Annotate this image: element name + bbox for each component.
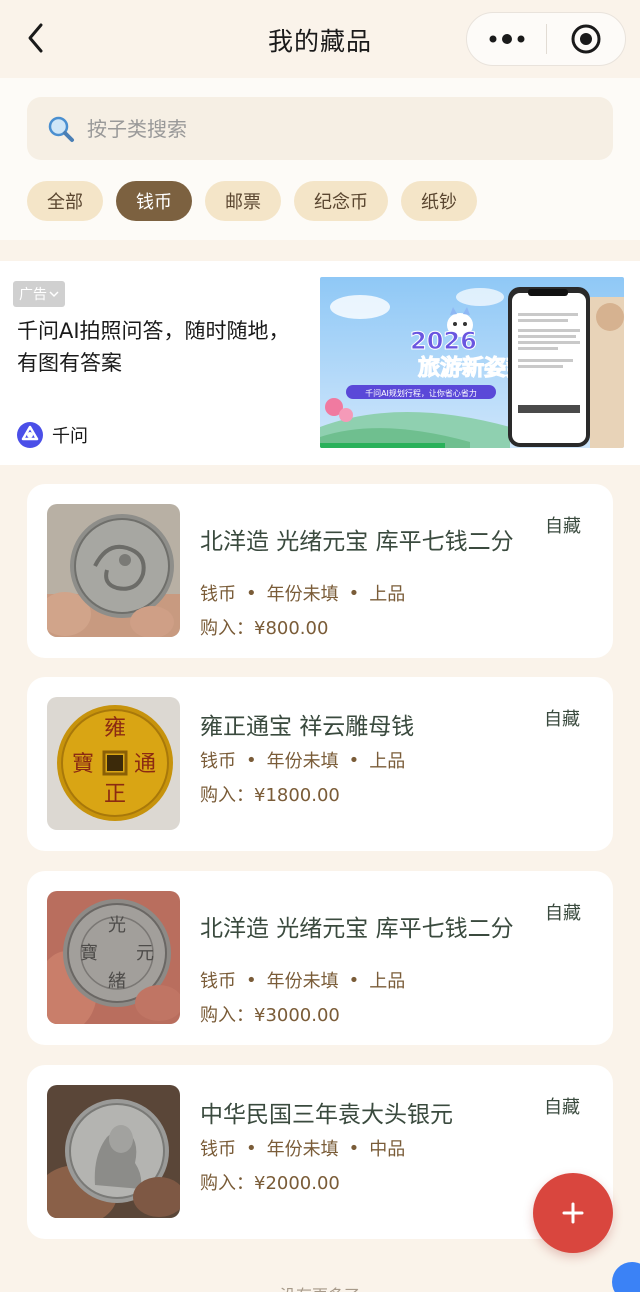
plus-icon: [562, 1202, 584, 1224]
item-meta: 钱币 • 年份未填 • 上品: [200, 747, 405, 773]
filter-chip-all[interactable]: 全部: [27, 181, 103, 221]
chevron-down-icon: [49, 291, 59, 298]
collection-card[interactable]: 中华民国三年袁大头银元 钱币 • 年份未填 • 中品 购入：¥2000.00 自…: [27, 1065, 613, 1239]
navigation-bar: 我的藏品: [0, 0, 640, 78]
item-year: 年份未填: [266, 971, 339, 992]
ad-badge-label: 广告: [19, 287, 47, 303]
coin-glyph-bottom: 緒: [108, 971, 126, 992]
item-grade: 上品: [369, 971, 406, 992]
coin-glyph-left: 寶: [72, 752, 94, 777]
item-price: 购入：¥1800.00: [200, 785, 340, 806]
item-tag: 自藏: [544, 1097, 580, 1118]
item-meta: 钱币 • 年份未填 • 上品: [200, 580, 405, 606]
item-meta: 钱币 • 年份未填 • 中品: [200, 1135, 405, 1161]
target-icon: [571, 24, 601, 54]
item-meta: 钱币 • 年份未填 • 上品: [200, 967, 405, 993]
coin-glyph-right: 通: [134, 752, 156, 777]
more-dots-icon: [489, 34, 524, 44]
filter-chip-banknotes[interactable]: 纸钞: [401, 181, 477, 221]
item-grade: 中品: [369, 1139, 406, 1160]
item-name: 北洋造 光绪元宝 库平七钱二分: [200, 916, 514, 942]
coin-photo: 光 緒 元 寶: [47, 891, 180, 1024]
search-input[interactable]: [87, 97, 587, 160]
more-button[interactable]: [467, 13, 546, 65]
item-name: 北洋造 光绪元宝 库平七钱二分: [200, 529, 514, 555]
search-filter-section: 全部 钱币 邮票 纪念币 纸钞: [0, 78, 640, 240]
category-filter: 全部 钱币 邮票 纪念币 纸钞: [27, 181, 477, 221]
item-price: 购入：¥3000.00: [200, 1005, 340, 1026]
item-category: 钱币: [200, 1139, 236, 1160]
search-icon: [48, 116, 74, 142]
search-bar[interactable]: [27, 97, 613, 160]
item-year: 年份未填: [266, 1139, 339, 1160]
item-name: 雍正通宝 祥云雕母钱: [200, 714, 415, 740]
ad-image-subline: 千问AI规划行程，让你省心省力: [365, 388, 477, 398]
item-category: 钱币: [200, 584, 236, 605]
item-tag: 自藏: [545, 903, 581, 924]
item-category: 钱币: [200, 751, 236, 772]
item-category: 钱币: [200, 971, 236, 992]
list-end-text: 没有更多了: [0, 1282, 640, 1292]
filter-chip-commemorative-coins[interactable]: 纪念币: [294, 181, 388, 221]
ad-brand: 千问: [16, 421, 88, 449]
ad-banner[interactable]: 广告 千问AI拍照问答，随时随地，有图有答案 千问 2026 旅游新姿势! 千问…: [0, 261, 640, 465]
add-item-button[interactable]: [533, 1173, 613, 1253]
item-price: 购入：¥800.00: [200, 618, 329, 639]
item-year: 年份未填: [266, 751, 339, 772]
filter-chip-coins[interactable]: 钱币: [116, 181, 192, 221]
close-mini-program-button[interactable]: [547, 13, 625, 65]
ad-badge[interactable]: 广告: [13, 281, 65, 307]
coin-photo: [47, 504, 180, 637]
item-tag: 自藏: [544, 709, 580, 730]
coin-glyph-left: 寶: [80, 943, 98, 964]
item-name: 中华民国三年袁大头银元: [200, 1102, 453, 1128]
coin-glyph-top: 光: [108, 915, 126, 936]
coin-glyph-bottom: 正: [104, 782, 126, 807]
item-grade: 上品: [369, 751, 406, 772]
collection-card[interactable]: 北洋造 光绪元宝 库平七钱二分 钱币 • 年份未填 • 上品 购入：¥800.0…: [27, 484, 613, 658]
item-grade: 上品: [369, 584, 406, 605]
ad-image-headline-1: 2026: [410, 327, 477, 355]
ad-text: 千问AI拍照问答，随时随地，有图有答案: [17, 319, 290, 375]
coin-photo: 雍 正 通 寶: [47, 697, 180, 830]
mini-program-capsule: [466, 12, 626, 66]
item-price: 购入：¥2000.00: [200, 1173, 340, 1194]
coin-glyph-right: 元: [136, 943, 154, 964]
filter-chip-stamps[interactable]: 邮票: [205, 181, 281, 221]
item-tag: 自藏: [545, 516, 581, 537]
coin-photo: [47, 1085, 180, 1218]
item-year: 年份未填: [266, 584, 339, 605]
collection-card[interactable]: 雍 正 通 寶 雍正通宝 祥云雕母钱 钱币 • 年份未填 • 上品 购入：¥18…: [27, 677, 613, 851]
coin-glyph-top: 雍: [104, 716, 126, 741]
ad-image: 2026 旅游新姿势! 千问AI规划行程，让你省心省力: [320, 277, 624, 448]
qianwen-logo-icon: [17, 422, 43, 448]
floating-chat-icon[interactable]: [612, 1262, 640, 1292]
collection-card[interactable]: 光 緒 元 寶 北洋造 光绪元宝 库平七钱二分 钱币 • 年份未填 • 上品 购…: [27, 871, 613, 1045]
ad-brand-name: 千问: [52, 426, 88, 447]
